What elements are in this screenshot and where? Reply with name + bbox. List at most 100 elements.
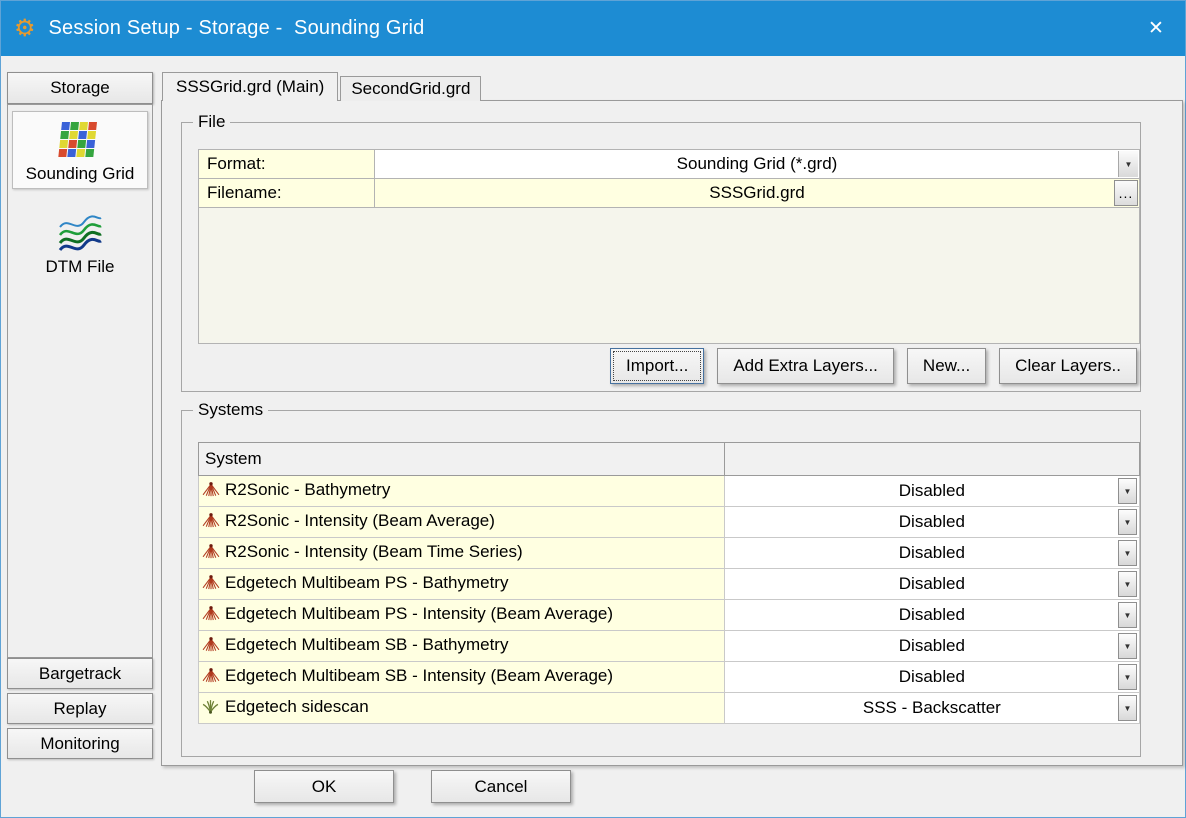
system-status-value: Disabled bbox=[899, 481, 965, 500]
system-name-cell[interactable]: R2Sonic - Intensity (Beam Average) bbox=[199, 507, 725, 538]
system-status-combobox[interactable]: Disabled ▼ bbox=[724, 631, 1139, 662]
table-row: Edgetech Multibeam SB - Bathymetry Disabl… bbox=[199, 631, 1140, 662]
table-row: R2Sonic - Intensity (Beam Average) Disabl… bbox=[199, 507, 1140, 538]
system-status-combobox[interactable]: Disabled ▼ bbox=[724, 507, 1139, 538]
format-value: Sounding Grid (*.grd) bbox=[677, 154, 838, 174]
multibeam-icon bbox=[202, 543, 221, 565]
system-name-label: Edgetech Multibeam PS - Bathymetry bbox=[225, 573, 508, 592]
table-row: Edgetech Multibeam SB - Intensity (Beam … bbox=[199, 662, 1140, 693]
sidebar-item-bargetrack[interactable]: Bargetrack bbox=[7, 658, 153, 689]
table-header-row: System bbox=[199, 443, 1140, 476]
chevron-down-icon[interactable]: ▼ bbox=[1118, 478, 1137, 504]
system-name-cell[interactable]: Edgetech sidescan bbox=[199, 693, 725, 724]
multibeam-icon bbox=[202, 605, 221, 627]
system-status-combobox[interactable]: Disabled ▼ bbox=[724, 662, 1139, 693]
system-status-value: Disabled bbox=[899, 605, 965, 624]
system-status-value: Disabled bbox=[899, 574, 965, 593]
sidescan-icon bbox=[202, 698, 221, 720]
system-name-label: R2Sonic - Intensity (Beam Time Series) bbox=[225, 542, 523, 561]
system-name-cell[interactable]: Edgetech Multibeam SB - Intensity (Beam … bbox=[199, 662, 725, 693]
sidebar-item-dtm-file[interactable]: DTM File bbox=[13, 205, 147, 281]
system-name-label: R2Sonic - Bathymetry bbox=[225, 480, 390, 499]
filename-row: Filename: SSSGrid.grd ... bbox=[199, 179, 1139, 208]
system-name-label: Edgetech Multibeam SB - Bathymetry bbox=[225, 635, 508, 654]
multibeam-icon bbox=[202, 636, 221, 658]
system-status-value: Disabled bbox=[899, 543, 965, 562]
chevron-down-icon[interactable]: ▼ bbox=[1118, 695, 1137, 721]
system-status-combobox[interactable]: Disabled ▼ bbox=[724, 569, 1139, 600]
system-name-label: Edgetech Multibeam PS - Intensity (Beam … bbox=[225, 604, 613, 623]
chevron-down-icon[interactable]: ▼ bbox=[1118, 540, 1137, 566]
chevron-down-icon[interactable]: ▼ bbox=[1118, 509, 1137, 535]
tab-strip: SSSGrid.grd (Main) SecondGrid.grd bbox=[162, 72, 481, 101]
cancel-button[interactable]: Cancel bbox=[431, 770, 571, 803]
systems-table: System R2Sonic - BathymetryDisabled▼R2So… bbox=[198, 442, 1140, 724]
browse-button[interactable]: ... bbox=[1114, 180, 1138, 206]
multibeam-icon bbox=[202, 512, 221, 534]
sounding-grid-icon bbox=[58, 118, 102, 162]
ok-button[interactable]: OK bbox=[254, 770, 394, 803]
tab-secondgrid[interactable]: SecondGrid.grd bbox=[340, 76, 481, 101]
sidebar-item-monitoring[interactable]: Monitoring bbox=[7, 728, 153, 759]
file-group-title: File bbox=[193, 112, 230, 132]
gear-icon: ⚙ bbox=[14, 17, 36, 41]
sidebar-item-sounding-grid[interactable]: Sounding Grid bbox=[12, 111, 148, 189]
system-status-value: Disabled bbox=[899, 636, 965, 655]
dtm-file-icon bbox=[57, 211, 103, 255]
chevron-down-icon[interactable]: ▼ bbox=[1118, 602, 1137, 628]
filename-value: SSSGrid.grd bbox=[709, 183, 804, 203]
clear-layers-button[interactable]: Clear Layers.. bbox=[999, 348, 1137, 384]
system-name-cell[interactable]: Edgetech Multibeam PS - Bathymetry bbox=[199, 569, 725, 600]
import-button[interactable]: Import... bbox=[610, 348, 704, 384]
multibeam-icon bbox=[202, 667, 221, 689]
new-button[interactable]: New... bbox=[907, 348, 986, 384]
table-row: R2Sonic - Intensity (Beam Time Series) Di… bbox=[199, 538, 1140, 569]
system-status-combobox[interactable]: Disabled ▼ bbox=[724, 600, 1139, 631]
file-properties-area: Format: Sounding Grid (*.grd) ▼ Filename… bbox=[198, 149, 1140, 344]
system-status-combobox[interactable]: SSS - Backscatter ▼ bbox=[724, 693, 1139, 724]
multibeam-icon bbox=[202, 481, 221, 503]
chevron-down-icon[interactable]: ▼ bbox=[1118, 151, 1138, 177]
close-icon: ✕ bbox=[1148, 17, 1164, 40]
system-status-combobox[interactable]: Disabled ▼ bbox=[724, 538, 1139, 569]
add-extra-layers-button[interactable]: Add Extra Layers... bbox=[717, 348, 894, 384]
system-name-label: R2Sonic - Intensity (Beam Average) bbox=[225, 511, 495, 530]
table-row: Edgetech Multibeam PS - Intensity (Beam … bbox=[199, 600, 1140, 631]
sidebar-item-storage[interactable]: Storage bbox=[7, 72, 153, 104]
format-combobox[interactable]: Sounding Grid (*.grd) ▼ bbox=[375, 150, 1139, 179]
systems-group: Systems System R2Sonic - BathymetryDisab… bbox=[181, 410, 1141, 757]
chevron-down-icon[interactable]: ▼ bbox=[1118, 633, 1137, 659]
tab-sssgrid-main[interactable]: SSSGrid.grd (Main) bbox=[162, 72, 338, 101]
status-column-header bbox=[724, 443, 1139, 476]
system-status-value: Disabled bbox=[899, 667, 965, 686]
table-row: R2Sonic - Bathymetry Disabled ▼ bbox=[199, 476, 1140, 507]
title-bar: ⚙ Session Setup - Storage - Sounding Gri… bbox=[1, 1, 1185, 56]
system-name-label: Edgetech sidescan bbox=[225, 697, 369, 716]
system-name-cell[interactable]: Edgetech Multibeam SB - Bathymetry bbox=[199, 631, 725, 662]
tab-content-panel: File Format: Sounding Grid (*.grd) ▼ Fil… bbox=[161, 100, 1183, 766]
filename-field[interactable]: SSSGrid.grd ... bbox=[375, 179, 1139, 208]
sidebar-item-label: DTM File bbox=[46, 257, 115, 277]
system-status-combobox[interactable]: Disabled ▼ bbox=[724, 476, 1139, 507]
system-status-value: Disabled bbox=[899, 512, 965, 531]
systems-group-title: Systems bbox=[193, 400, 268, 420]
system-name-cell[interactable]: Edgetech Multibeam PS - Intensity (Beam … bbox=[199, 600, 725, 631]
systems-table-body: R2Sonic - BathymetryDisabled▼R2Sonic - I… bbox=[199, 476, 1140, 724]
session-setup-dialog: ⚙ Session Setup - Storage - Sounding Gri… bbox=[0, 0, 1186, 818]
system-status-value: SSS - Backscatter bbox=[863, 698, 1001, 717]
filename-label: Filename: bbox=[199, 179, 375, 208]
file-buttons-row: Import... Add Extra Layers... New... Cle… bbox=[610, 348, 1137, 384]
chevron-down-icon[interactable]: ▼ bbox=[1118, 571, 1137, 597]
format-row: Format: Sounding Grid (*.grd) ▼ bbox=[199, 150, 1139, 179]
sidebar-item-replay[interactable]: Replay bbox=[7, 693, 153, 724]
sidebar-panel: Sounding Grid DTM File bbox=[7, 104, 153, 658]
sidebar-item-label: Sounding Grid bbox=[26, 164, 135, 184]
system-name-cell[interactable]: R2Sonic - Bathymetry bbox=[199, 476, 725, 507]
system-column-header: System bbox=[199, 443, 725, 476]
file-group: File Format: Sounding Grid (*.grd) ▼ Fil… bbox=[181, 122, 1141, 392]
close-button[interactable]: ✕ bbox=[1127, 1, 1185, 56]
multibeam-icon bbox=[202, 574, 221, 596]
window-title: Session Setup - Storage - Sounding Grid bbox=[49, 17, 425, 40]
system-name-cell[interactable]: R2Sonic - Intensity (Beam Time Series) bbox=[199, 538, 725, 569]
chevron-down-icon[interactable]: ▼ bbox=[1118, 664, 1137, 690]
